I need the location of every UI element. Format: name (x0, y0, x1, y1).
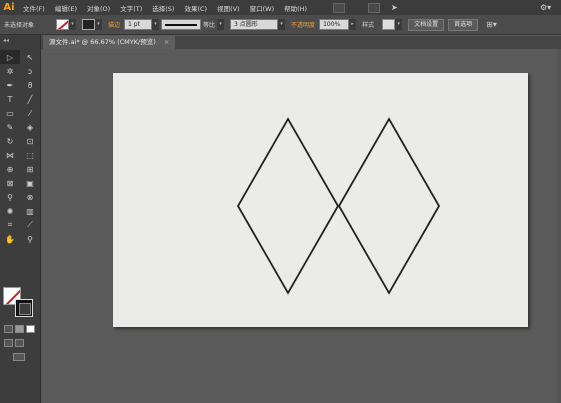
symbol-sprayer-icon[interactable]: ✺ (0, 204, 20, 218)
stroke-profile-label: 等比 (203, 22, 216, 29)
fill-swatch[interactable] (56, 19, 70, 30)
zoom-icon[interactable]: ⚲ (20, 232, 40, 246)
menu-items: 文件(F) 编辑(E) 对象(O) 文字(T) 选择(S) 效果(C) 视图(V) 窗口(W)… (18, 3, 312, 13)
brush-definition-field[interactable]: 3 点圆形 (230, 19, 279, 30)
pen-icon[interactable]: ✒ (0, 78, 20, 92)
color-icon[interactable] (4, 325, 13, 333)
magic-wand-icon[interactable]: ✲ (0, 64, 20, 78)
gradient-icon[interactable]: ▣ (20, 176, 40, 190)
stroke-label[interactable]: 描边 (104, 20, 124, 29)
opacity-label[interactable]: 不透明度 (287, 20, 319, 29)
style-dropdown-icon[interactable]: ▾ (395, 19, 403, 30)
menu-item-4[interactable]: 选择(S) (147, 3, 179, 13)
send-icon[interactable]: ➤ (391, 3, 398, 12)
style-swatch[interactable] (382, 19, 396, 30)
eraser-icon[interactable]: ◈ (20, 120, 40, 134)
vertical-scrollbar[interactable] (557, 49, 561, 403)
slice-icon[interactable]: ⟋ (20, 218, 40, 232)
menu-item-3[interactable]: 文字(T) (115, 3, 147, 13)
menu-item-6[interactable]: 视图(V) (212, 3, 245, 13)
eyedropper-icon[interactable]: ⚲ (0, 190, 20, 204)
stroke-dropdown-icon[interactable]: ▾ (95, 19, 103, 30)
lasso-icon[interactable]: ↄ (20, 64, 40, 78)
line-segment-icon[interactable]: ╱ (20, 92, 40, 106)
menu-item-7[interactable]: 窗口(W) (245, 3, 280, 13)
tab-close-icon[interactable]: × (164, 38, 169, 46)
blend-icon[interactable]: ⊗ (20, 190, 40, 204)
free-transform-icon[interactable]: ⬚ (20, 148, 40, 162)
arrange-documents-icon[interactable] (368, 2, 380, 13)
draw-mode-buttons (4, 339, 24, 347)
column-graph-icon[interactable]: ▥ (20, 204, 40, 218)
artwork-canvas (236, 117, 441, 295)
direct-selection-icon[interactable]: ↖ (20, 50, 40, 64)
width-icon[interactable]: ⋈ (0, 148, 20, 162)
diamond-shape-left[interactable] (236, 117, 340, 295)
menu-item-5[interactable]: 效果(C) (179, 3, 212, 13)
preferences-button[interactable]: 首选项 (448, 18, 479, 31)
selection-status: 未选择对象 (4, 22, 35, 29)
stroke-color-box[interactable] (15, 299, 33, 317)
document-tab-title: 源文件.ai* @ 66.67% (CMYK/预览) (49, 38, 156, 46)
rotate-icon[interactable]: ↻ (0, 134, 20, 148)
panel-collapse-icon[interactable]: ◂◂ (3, 37, 9, 44)
style-label: 样式 (362, 22, 375, 29)
profile-dropdown-icon[interactable]: ▾ (217, 19, 225, 30)
stroke-swatch[interactable] (82, 19, 96, 30)
draw-behind-icon[interactable] (15, 339, 24, 347)
menu-bar: Ai 文件(F) 编辑(E) 对象(O) 文字(T) 选择(S) 效果(C) 视图(V) 窗口… (0, 0, 561, 15)
artboard-icon[interactable]: ⌗ (0, 218, 20, 232)
menu-item-1[interactable]: 编辑(E) (50, 3, 82, 13)
paintbrush-icon[interactable]: ⁄ (20, 106, 40, 120)
menu-item-8[interactable]: 帮助(H) (279, 3, 312, 13)
variable-width-profile[interactable] (161, 19, 202, 30)
draw-normal-icon[interactable] (4, 339, 13, 347)
curvature-icon[interactable]: ϑ (20, 78, 40, 92)
artboard[interactable] (113, 73, 528, 327)
app-logo: Ai (3, 2, 15, 13)
workspace-switcher[interactable]: ⚙▾ (540, 0, 551, 15)
color-mode-buttons (4, 325, 35, 333)
opacity-dropdown-icon[interactable]: ▸ (349, 19, 357, 30)
stroke-weight-dropdown-icon[interactable]: ▾ (152, 19, 160, 30)
stroke-weight-field[interactable]: 1 pt (124, 19, 153, 30)
gradient-icon[interactable] (15, 325, 24, 333)
pencil-icon[interactable]: ✎ (0, 120, 20, 134)
fill-stroke-widget[interactable] (3, 287, 37, 321)
shape-builder-icon[interactable]: ⊕ (0, 162, 20, 176)
arrange-icon[interactable]: ⊞▾ (486, 20, 497, 29)
scale-icon[interactable]: ⊡ (20, 134, 40, 148)
tools-panel: ◂◂ ▷ ↖ ✲ ↄ ✒ ϑ T ╱ ▭ ⁄ ✎ ◈ ↻ ⊡ ⋈ ⬚ ⊕ ⊞ ⊠ ▣ ⚲ ⊗ ✺ ▥ ⌗ ⟋ ✋ ⚲ (0, 35, 41, 403)
opacity-field[interactable]: 100% (319, 19, 350, 30)
tool-grid: ▷ ↖ ✲ ↄ ✒ ϑ T ╱ ▭ ⁄ ✎ ◈ ↻ ⊡ ⋈ ⬚ ⊕ ⊞ ⊠ ▣ ⚲ ⊗ ✺ ▥ ⌗ ⟋ ✋ ⚲ (0, 35, 40, 246)
menu-item-0[interactable]: 文件(F) (18, 3, 50, 13)
type-icon[interactable]: T (0, 92, 20, 106)
fill-dropdown-icon[interactable]: ▾ (69, 19, 77, 30)
workspace-icon: ⚙▾ (540, 3, 552, 12)
hand-icon[interactable]: ✋ (0, 232, 20, 246)
menu-item-2[interactable]: 对象(O) (82, 3, 115, 13)
perspective-grid-icon[interactable]: ⊞ (20, 162, 40, 176)
menu-right-controls: ➤ (330, 0, 398, 15)
screen-mode-icon[interactable] (13, 353, 25, 361)
document-setup-button[interactable]: 文档设置 (408, 18, 445, 31)
document-tab-bar: 源文件.ai* @ 66.67% (CMYK/预览) × (41, 36, 561, 49)
brush-dropdown-icon[interactable]: ▾ (278, 19, 286, 30)
document-tab[interactable]: 源文件.ai* @ 66.67% (CMYK/预览) × (43, 36, 176, 49)
diamond-shape-right[interactable] (337, 117, 441, 295)
mesh-icon[interactable]: ⊠ (0, 176, 20, 190)
selection-icon[interactable]: ▷ (0, 50, 20, 64)
rectangle-icon[interactable]: ▭ (0, 106, 20, 120)
control-bar: 未选择对象 ▾ ▾ 描边 1 pt ▾ 等比 ▾ 3 点圆形 ▾ 不透明度 10… (0, 15, 561, 35)
bridge-icon[interactable] (333, 2, 345, 13)
none-icon[interactable] (26, 325, 35, 333)
